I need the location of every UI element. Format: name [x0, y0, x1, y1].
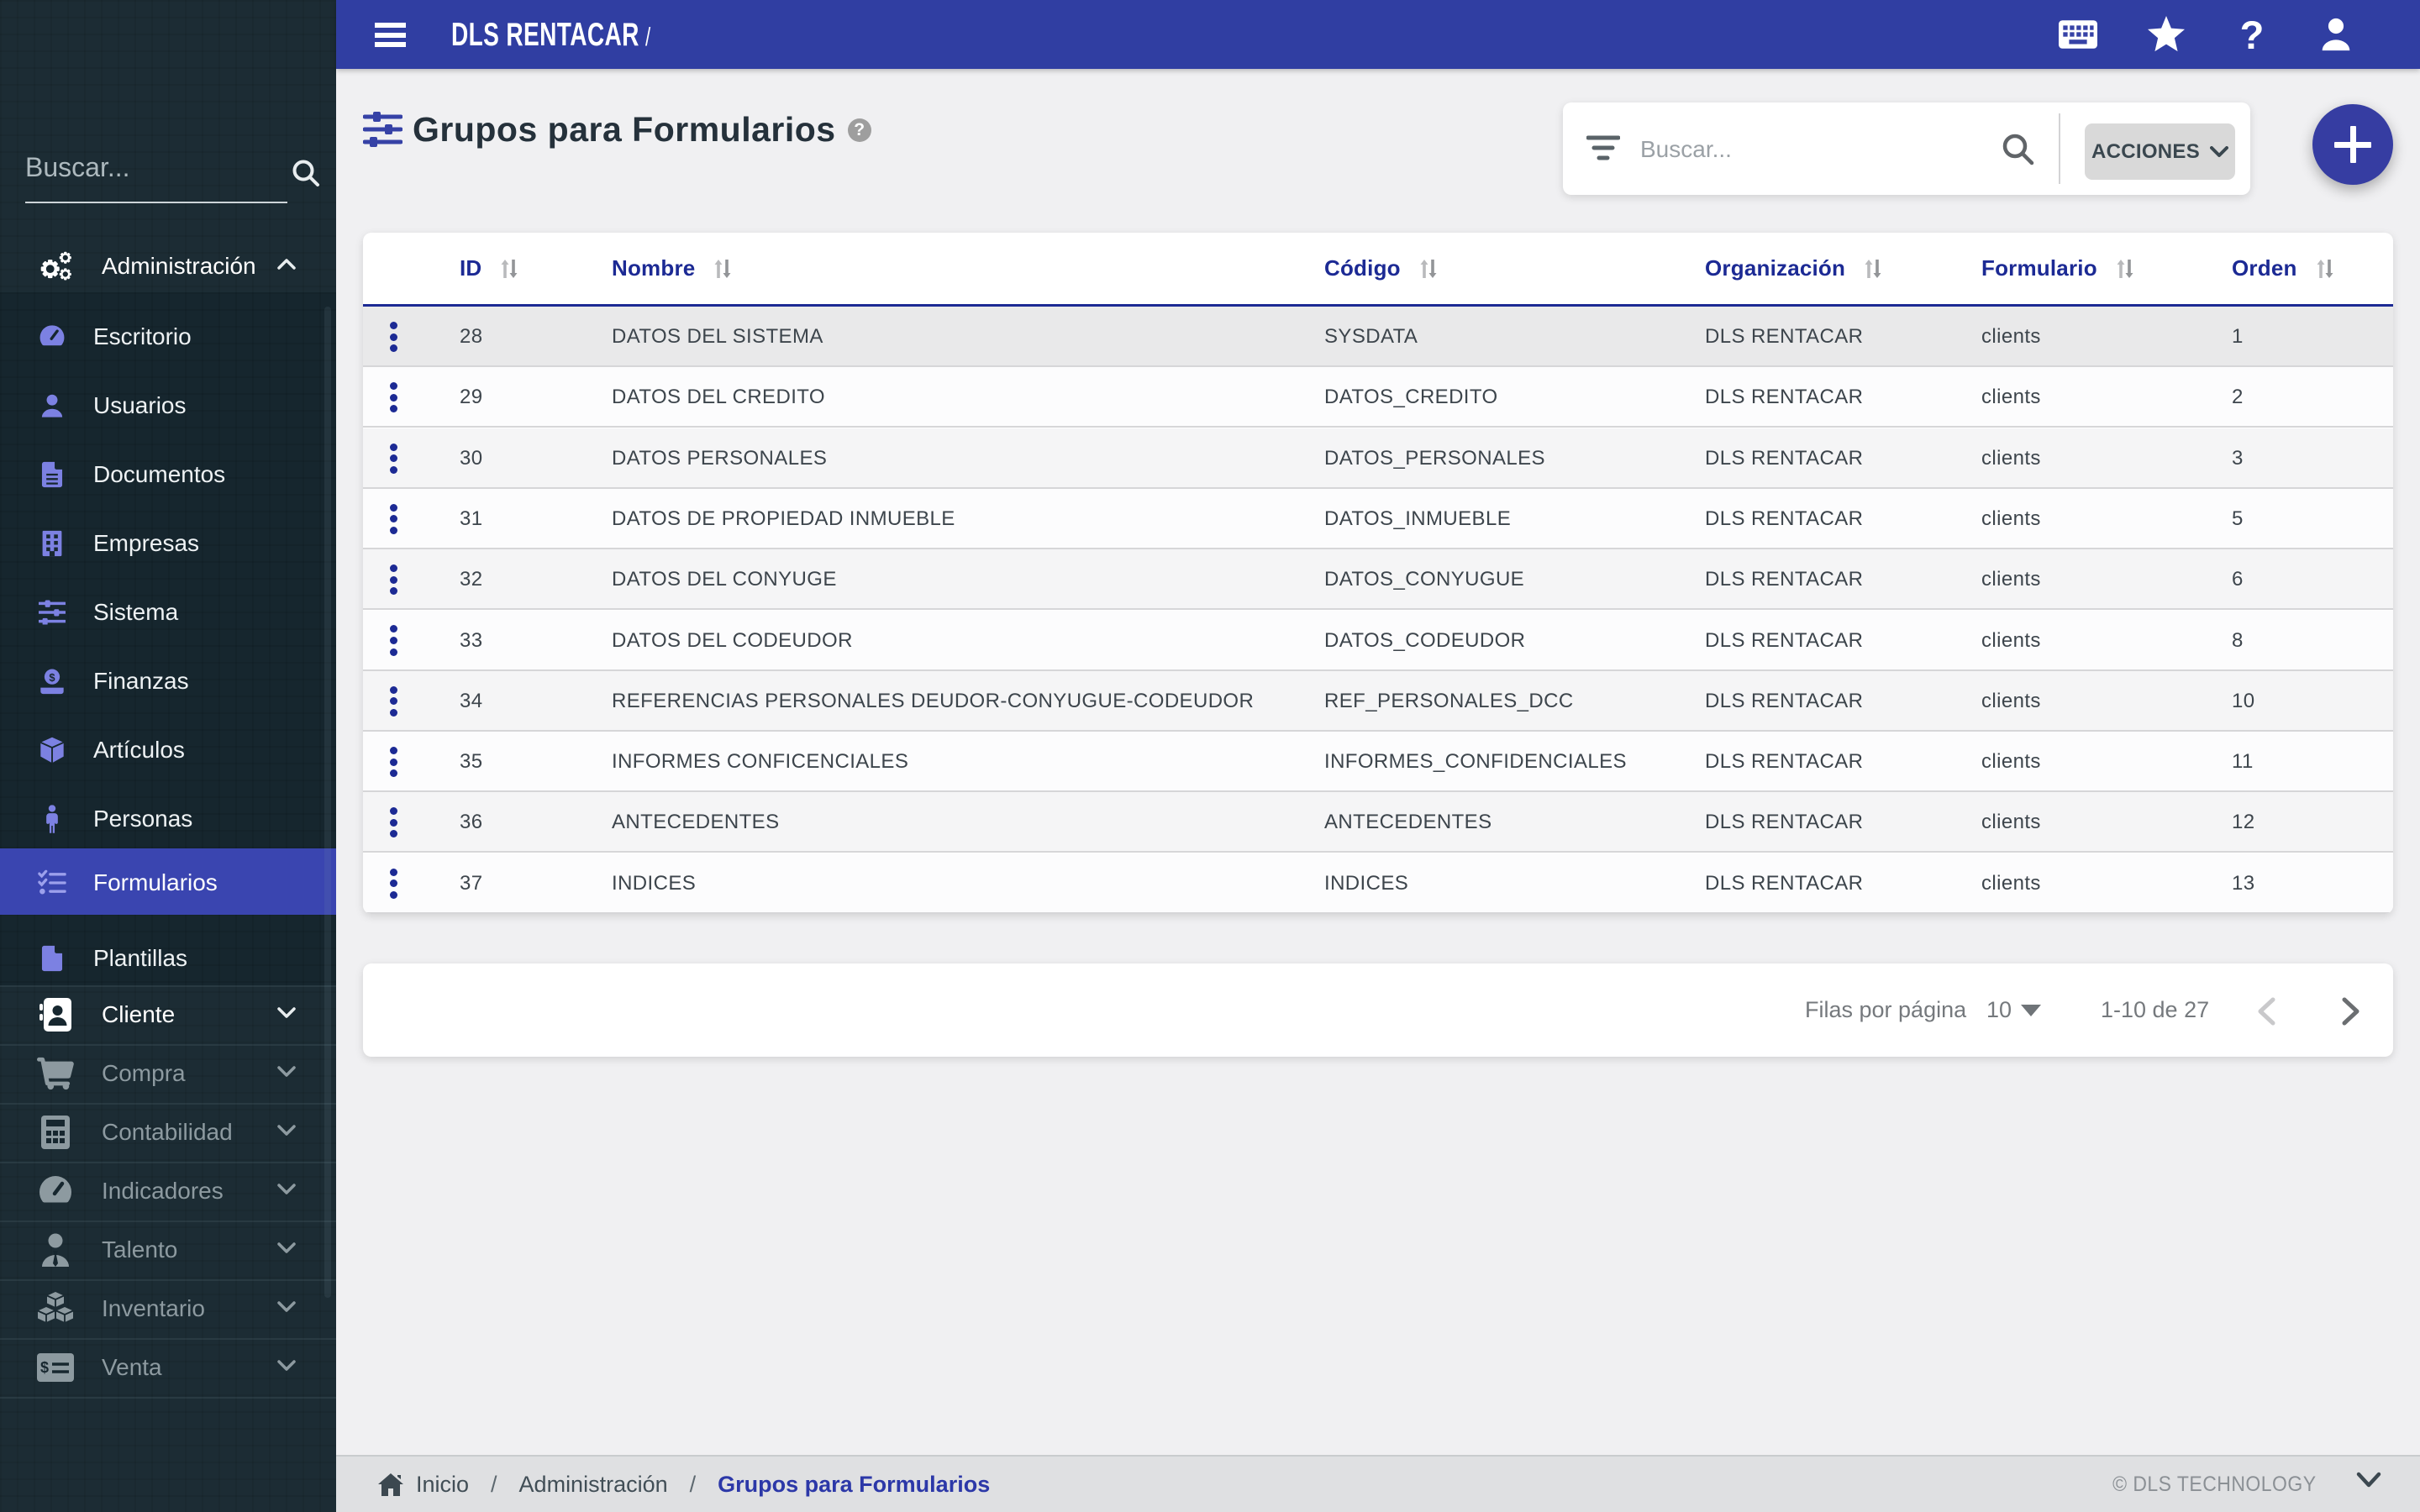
svg-text:$: $	[40, 1359, 49, 1376]
svg-text:$: $	[49, 671, 55, 684]
